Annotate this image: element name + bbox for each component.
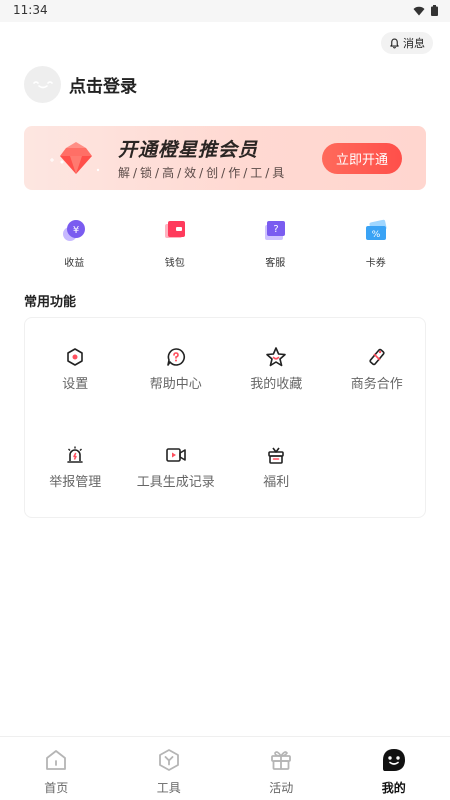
activate-vip-button[interactable]: 立即开通 — [322, 143, 402, 174]
quick-link-label: 卡券 — [365, 258, 386, 269]
tab-label: 活动 — [269, 781, 294, 795]
function-label: 我的收藏 — [250, 377, 303, 392]
function-benefits[interactable]: 福利 — [226, 444, 327, 490]
function-label: 设置 — [62, 377, 89, 392]
quick-link-earnings[interactable]: ¥ 收益 — [24, 218, 125, 269]
messages-button[interactable]: 消息 — [381, 32, 433, 54]
quick-link-coupons[interactable]: % 卡券 — [326, 218, 427, 269]
vip-banner[interactable]: 开通橙星推会员 解/锁/高/效/创/作/工/具 立即开通 — [24, 126, 426, 190]
gift-icon — [268, 747, 294, 773]
avatar[interactable] — [24, 66, 61, 103]
tab-label: 工具 — [156, 781, 181, 795]
function-report-management[interactable]: 举报管理 — [25, 444, 126, 490]
quick-link-label: 钱包 — [164, 258, 185, 269]
bottom-tab-bar: 首页 工具 活动 我的 — [0, 736, 450, 800]
wifi-icon — [413, 6, 425, 15]
video-record-icon — [165, 444, 187, 466]
quick-link-label: 客服 — [265, 258, 286, 269]
function-business-cooperation[interactable]: 商务合作 — [327, 346, 428, 392]
messages-label: 消息 — [403, 37, 425, 50]
common-functions-title: 常用功能 — [24, 295, 77, 310]
vip-subtitle: 解/锁/高/效/创/作/工/具 — [118, 166, 288, 180]
battery-icon — [431, 5, 438, 16]
function-help-center[interactable]: 帮助中心 — [126, 346, 227, 392]
star-icon — [265, 346, 287, 368]
bell-icon — [390, 38, 399, 48]
svg-text:¥: ¥ — [73, 225, 79, 236]
customer-service-icon: ? — [262, 218, 288, 244]
gift-icon — [265, 444, 287, 466]
tools-icon — [156, 747, 182, 773]
help-icon — [165, 346, 187, 368]
quick-link-label: 收益 — [64, 258, 85, 269]
svg-text:?: ? — [274, 224, 279, 235]
quick-links: ¥ 收益 钱包 ? 客服 % 卡券 — [24, 218, 426, 269]
alarm-icon — [64, 444, 86, 466]
handshake-icon — [366, 346, 388, 368]
tab-label: 我的 — [381, 781, 406, 795]
status-time: 11:34 — [13, 3, 48, 17]
function-label: 商务合作 — [350, 377, 403, 392]
login-profile[interactable]: 点击登录 — [24, 66, 137, 103]
quick-link-customer-service[interactable]: ? 客服 — [225, 218, 326, 269]
function-favorites[interactable]: 我的收藏 — [226, 346, 327, 392]
profile-icon — [381, 747, 407, 773]
function-label: 帮助中心 — [149, 377, 202, 392]
earnings-icon: ¥ — [61, 218, 87, 244]
vip-title: 开通橙星推会员 — [118, 139, 259, 161]
function-label: 福利 — [263, 475, 290, 490]
tab-tools[interactable]: 工具 — [113, 737, 226, 800]
diamond-icon — [50, 142, 100, 174]
tab-home[interactable]: 首页 — [0, 737, 113, 800]
status-icons — [413, 5, 438, 16]
common-functions-grid: 设置 帮助中心 我的收藏 商务合作 举报管理 工具生成记录 福利 — [25, 346, 425, 490]
common-functions-card: 设置 帮助中心 我的收藏 商务合作 举报管理 工具生成记录 福利 — [24, 317, 426, 518]
home-icon — [43, 747, 69, 773]
login-text[interactable]: 点击登录 — [69, 72, 137, 97]
settings-icon — [64, 346, 86, 368]
status-bar: 11:34 — [0, 0, 450, 22]
smiley-avatar-icon — [32, 80, 53, 88]
svg-text:%: % — [371, 230, 380, 240]
tab-label: 首页 — [44, 781, 69, 795]
function-settings[interactable]: 设置 — [25, 346, 126, 392]
quick-link-wallet[interactable]: 钱包 — [125, 218, 226, 269]
wallet-icon — [162, 218, 188, 244]
coupon-icon: % — [363, 218, 389, 244]
tab-activities[interactable]: 活动 — [225, 737, 338, 800]
function-tool-records[interactable]: 工具生成记录 — [126, 444, 227, 490]
function-label: 工具生成记录 — [136, 475, 215, 490]
function-label: 举报管理 — [49, 475, 102, 490]
tab-profile[interactable]: 我的 — [338, 737, 450, 800]
